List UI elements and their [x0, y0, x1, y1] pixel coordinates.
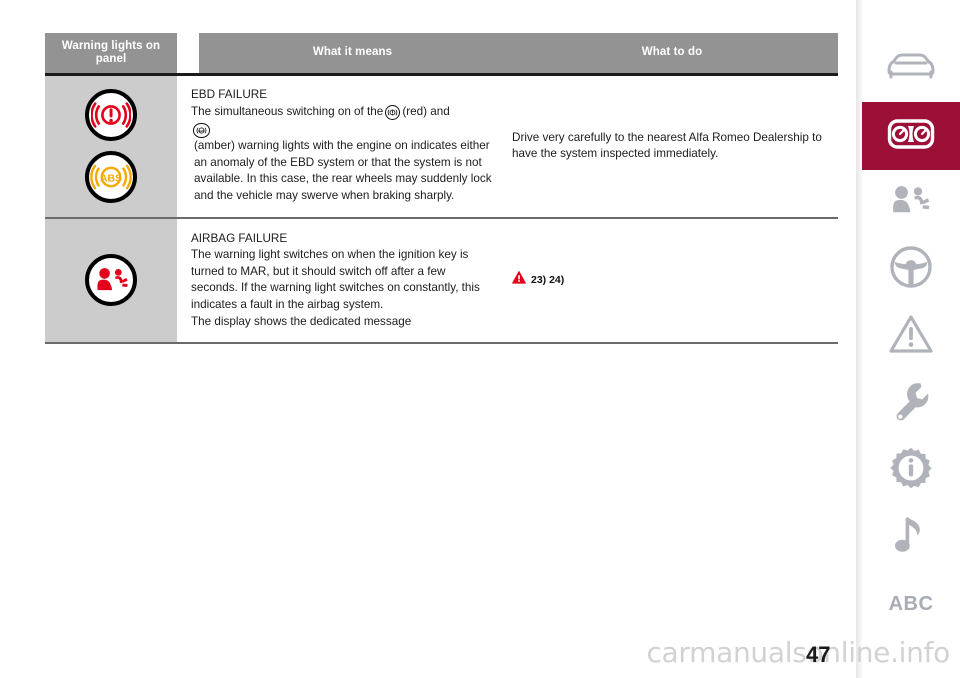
warning-lamp-cell: ABS: [45, 76, 177, 217]
column-header-warning-lights: Warning lights on panel: [45, 33, 177, 73]
warning-lights-table: Warning lights on panel What it means Wh…: [45, 33, 838, 345]
table-row: ABS EBD FAILURE The simultaneous switchi…: [45, 76, 838, 217]
meaning-cell: EBD FAILURE The simultaneous switching o…: [177, 76, 506, 217]
sidebar-item-car-front[interactable]: [862, 35, 960, 103]
meaning-text-part1: The warning light switches on when the i…: [191, 248, 480, 312]
airbag-safety-icon: [888, 182, 934, 225]
meaning-cell: AIRBAG FAILURE The warning light switche…: [177, 219, 506, 343]
music-note-icon: [894, 514, 928, 561]
gear-info-icon: [889, 446, 933, 495]
reference-numbers: 23) 24): [531, 274, 565, 287]
warning-triangle-icon: [888, 314, 934, 359]
section-title: EBD FAILURE: [191, 88, 267, 101]
brake-warning-icon: [385, 104, 401, 120]
svg-text:ABS: ABS: [198, 129, 204, 133]
abs-warning-icon: ABS: [193, 123, 210, 139]
airbag-warning-lamp-red: [85, 254, 137, 307]
warning-triangle-icon: [512, 271, 526, 289]
sidebar-item-steering[interactable]: [862, 235, 960, 303]
manual-page: Warning lights on panel What it means Wh…: [0, 0, 960, 678]
table-row: AIRBAG FAILURE The warning light switche…: [45, 218, 838, 343]
meaning-text: The simultaneous switching on of the (re…: [191, 104, 494, 205]
sidebar-item-index[interactable]: ABC: [862, 570, 960, 638]
meaning-text-part2: The display shows the dedicated message: [191, 314, 412, 328]
abs-warning-lamp-amber: ABS: [85, 151, 137, 204]
action-cell: 23) 24): [506, 219, 838, 343]
page-number: 47: [806, 642, 831, 667]
sidebar-item-safety[interactable]: [862, 169, 960, 237]
meaning-text-part1: The simultaneous switching on of the: [191, 104, 384, 118]
chapter-sidebar: ABC: [856, 0, 960, 678]
wrench-icon: [891, 380, 931, 427]
meaning-text-part2: (red) and: [402, 104, 450, 118]
sidebar-item-info[interactable]: [862, 436, 960, 504]
column-header-what-to-do: What to do: [506, 33, 838, 73]
meaning-text-part3: (amber) warning lights with the engine o…: [194, 139, 492, 203]
table-header-row: Warning lights on panel What it means Wh…: [45, 33, 838, 73]
steering-wheel-icon: [889, 245, 933, 294]
sidebar-item-dashboard[interactable]: [862, 102, 960, 170]
action-cell: Drive very carefully to the nearest Alfa…: [506, 76, 838, 217]
section-title: AIRBAG FAILURE: [191, 231, 288, 245]
header-gap: [177, 33, 199, 73]
abc-index-icon: ABC: [888, 592, 934, 615]
brake-warning-lamp-red: [85, 89, 137, 142]
sidebar-item-multimedia[interactable]: [862, 503, 960, 571]
dashboard-icon: [887, 117, 935, 156]
table-bottom-divider: [45, 342, 838, 345]
car-front-icon: [885, 52, 937, 87]
sidebar-item-maintenance[interactable]: [862, 369, 960, 437]
action-text: Drive very carefully to the nearest Alfa…: [512, 130, 822, 161]
sidebar-item-warnings[interactable]: [862, 302, 960, 370]
svg-text:ABS: ABS: [100, 174, 122, 185]
column-header-what-it-means: What it means: [199, 33, 506, 73]
reference-line: 23) 24): [512, 271, 564, 289]
page-content: Warning lights on panel What it means Wh…: [0, 0, 856, 678]
warning-lamp-cell: [45, 218, 177, 343]
